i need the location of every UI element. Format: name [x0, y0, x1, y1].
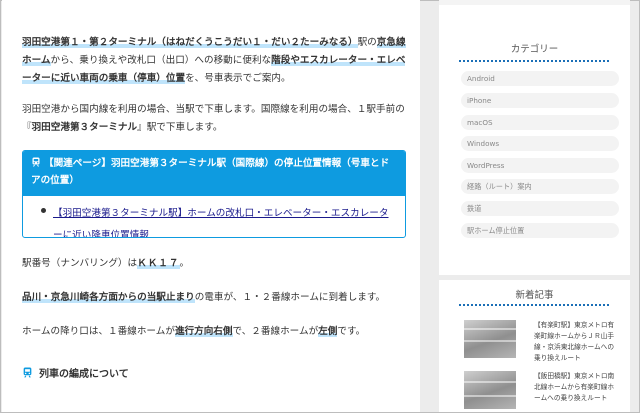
category-item-route-guide[interactable]: 経路（ルート）案内	[461, 179, 619, 194]
category-item-iphone[interactable]: iPhone	[461, 93, 619, 108]
station-number-text: 駅番号（ナンバリング）は	[22, 258, 138, 269]
sidebar: カテゴリー Android iPhone macOS Windows WordP…	[439, 0, 630, 412]
category-item-windows[interactable]: Windows	[461, 136, 619, 151]
category-item-android[interactable]: Android	[461, 71, 619, 86]
category-item-macos[interactable]: macOS	[461, 115, 619, 130]
recent-post-link[interactable]: 【有楽町駅】東京メトロ有楽町線ホームからＪＲ山手線・京浜東北線ホームへの乗り換え…	[534, 320, 620, 364]
station-number-text: 。	[179, 258, 190, 269]
category-widget: カテゴリー Android iPhone macOS Windows WordP…	[439, 0, 630, 275]
usage-text: 』駅で下車します。	[137, 122, 223, 133]
post-thumbnail[interactable]	[464, 371, 516, 409]
terminating-train-highlight: 品川・京急川崎各方面からの当駅止まり	[22, 292, 195, 303]
related-page-heading: 【関連ページ】羽田空港第３ターミナル駅（国際線）の停止位置情報（号車とドアの位置…	[23, 151, 405, 196]
category-widget-title: カテゴリー	[510, 44, 559, 55]
related-page-list: 【羽田空港第３ターミナル駅】ホームの改札口・エレベーター・エスカレーターに近い降…	[23, 196, 405, 237]
recent-post-link[interactable]: 【飯田橋駅】東京メトロ南北線ホームから有楽町線ホームへの乗り換えルート	[534, 371, 620, 404]
train-icon	[32, 157, 40, 167]
category-item-platform-position[interactable]: 駅ホーム停止位置	[461, 223, 619, 238]
train-formation-heading-text: 列車の編成について	[39, 369, 129, 380]
category-item-railway[interactable]: 鉄道	[461, 201, 619, 216]
door-side-right: 進行方向右側	[174, 326, 233, 337]
door-side-paragraph: ホームの降り口は、１番線ホームが進行方向右側で、２番線ホームが左側です。	[22, 323, 365, 341]
train-icon	[23, 367, 32, 378]
recent-posts-widget: 新着記事 【有楽町駅】東京メトロ有楽町線ホームからＪＲ山手線・京浜東北線ホームへ…	[439, 280, 630, 412]
intro-text: から、乗り換えや改札口（出口）への移動に便利な	[50, 55, 272, 66]
intro-paragraph: 羽田空港第１・第２ターミナル（はねだくうこうだい１・だい２たーみなる）駅の京急線…	[22, 34, 408, 88]
station-number-paragraph: 駅番号（ナンバリング）はＫＫ１７。	[22, 255, 189, 273]
intro-text: を、号車表示でご案内。	[185, 73, 291, 84]
category-item-wordpress[interactable]: WordPress	[461, 158, 619, 173]
article-main: 羽田空港第１・第２ターミナル（はねだくうこうだい１・だい２たーみなる）駅の京急線…	[2, 0, 420, 412]
related-page-box: 【関連ページ】羽田空港第３ターミナル駅（国際線）の停止位置情報（号車とドアの位置…	[22, 150, 406, 238]
title-underline	[459, 304, 609, 306]
arrival-text: の電車が、１・２番線ホームに到着します。	[194, 292, 386, 303]
door-side-left: 左側	[318, 326, 338, 337]
station-number-value: ＫＫ１７	[137, 258, 180, 269]
terminal3-name: 羽田空港第３ターミナル	[31, 122, 138, 133]
recent-posts-title: 新着記事	[515, 290, 554, 301]
train-formation-heading: 列車の編成について	[22, 366, 129, 384]
door-side-text: です。	[337, 326, 366, 337]
usage-paragraph: 羽田空港から国内線を利用の場合、当駅で下車します。国際線を利用の場合、１駅手前の…	[22, 101, 408, 137]
title-underline	[459, 60, 609, 62]
bullet-icon	[41, 208, 46, 213]
post-thumbnail[interactable]	[464, 320, 516, 358]
intro-text: 駅の	[357, 37, 377, 48]
station-name-highlight: 羽田空港第１・第２ターミナル（はねだくうこうだい１・だい２たーみなる）	[22, 37, 358, 48]
arrival-paragraph: 品川・京急川崎各方面からの当駅止まりの電車が、１・２番線ホームに到着します。	[22, 289, 385, 307]
terminal3-exit-link[interactable]: 【羽田空港第３ターミナル駅】ホームの改札口・エレベーター・エスカレーターに近い降…	[53, 208, 389, 237]
door-side-text: で、２番線ホームが	[232, 326, 319, 337]
door-side-text: ホームの降り口は、１番線ホームが	[22, 326, 175, 337]
related-heading-text: 【関連ページ】羽田空港第３ターミナル駅（国際線）の停止位置情報（号車とドアの位置…	[31, 158, 390, 186]
